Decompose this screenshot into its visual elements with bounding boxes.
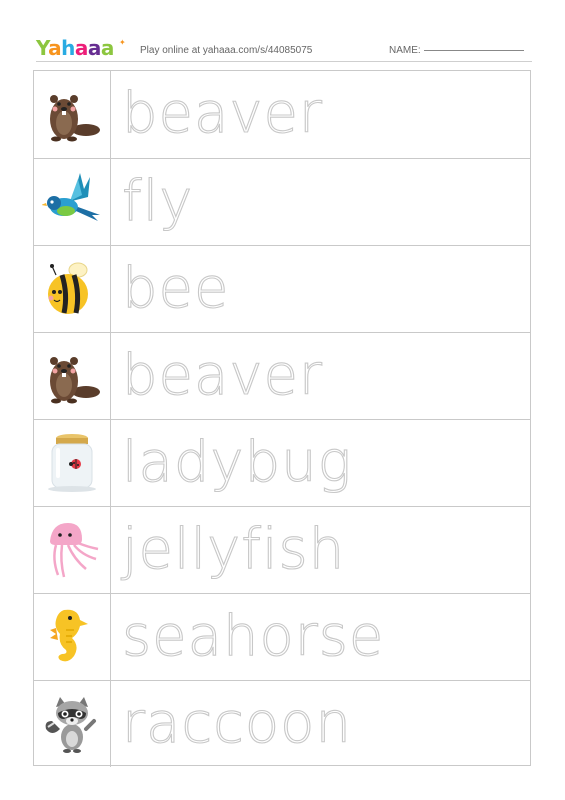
name-line[interactable] — [423, 50, 524, 51]
trace-word: seahorse — [121, 603, 385, 669]
picture-cell — [34, 159, 111, 245]
beaver-icon — [50, 357, 100, 404]
picture-cell — [34, 333, 111, 419]
trace-word: raccoon — [121, 690, 352, 756]
name-field[interactable]: NAME: — [389, 45, 524, 56]
table-row: fly — [34, 158, 530, 245]
trace-word: beaver — [121, 342, 323, 408]
play-online-link[interactable]: Play online at yahaaa.com/s/44085075 — [140, 45, 312, 56]
picture-cell — [34, 594, 111, 680]
table-row: seahorse — [34, 593, 530, 680]
worksheet-header: Yahaaa ✦ Play online at yahaaa.com/s/440… — [36, 36, 532, 62]
table-row: beaver — [34, 71, 530, 158]
bird-icon — [42, 173, 100, 221]
table-row: bee — [34, 245, 530, 332]
ladybug-jar-icon — [48, 434, 96, 492]
trace-word: ladybug — [121, 429, 353, 495]
trace-word: beaver — [121, 80, 323, 146]
seahorse-icon — [50, 609, 88, 662]
jellyfish-icon — [50, 523, 99, 578]
trace-word: bee — [121, 255, 230, 321]
logo-text: Yahaaa — [36, 36, 114, 60]
trace-word: fly — [121, 168, 194, 234]
trace-word: jellyfish — [121, 516, 346, 582]
yahaaa-logo[interactable]: Yahaaa ✦ — [36, 36, 126, 60]
table-row: jellyfish — [34, 506, 530, 593]
header-divider — [36, 61, 532, 62]
table-row: raccoon — [34, 680, 530, 767]
picture-cell — [34, 246, 111, 332]
picture-cell — [34, 420, 111, 506]
tracing-table: beaver fly bee beaver ladybug jellyfish … — [33, 70, 531, 767]
sparkle-icon: ✦ — [119, 38, 126, 47]
picture-cell — [34, 507, 111, 593]
beaver-icon — [50, 95, 100, 142]
table-row: ladybug — [34, 419, 530, 506]
name-label: NAME: — [389, 45, 421, 56]
raccoon-icon — [45, 697, 96, 753]
picture-cell — [34, 71, 111, 158]
picture-cell — [34, 681, 111, 767]
table-row: beaver — [34, 332, 530, 419]
bee-icon — [48, 262, 88, 314]
